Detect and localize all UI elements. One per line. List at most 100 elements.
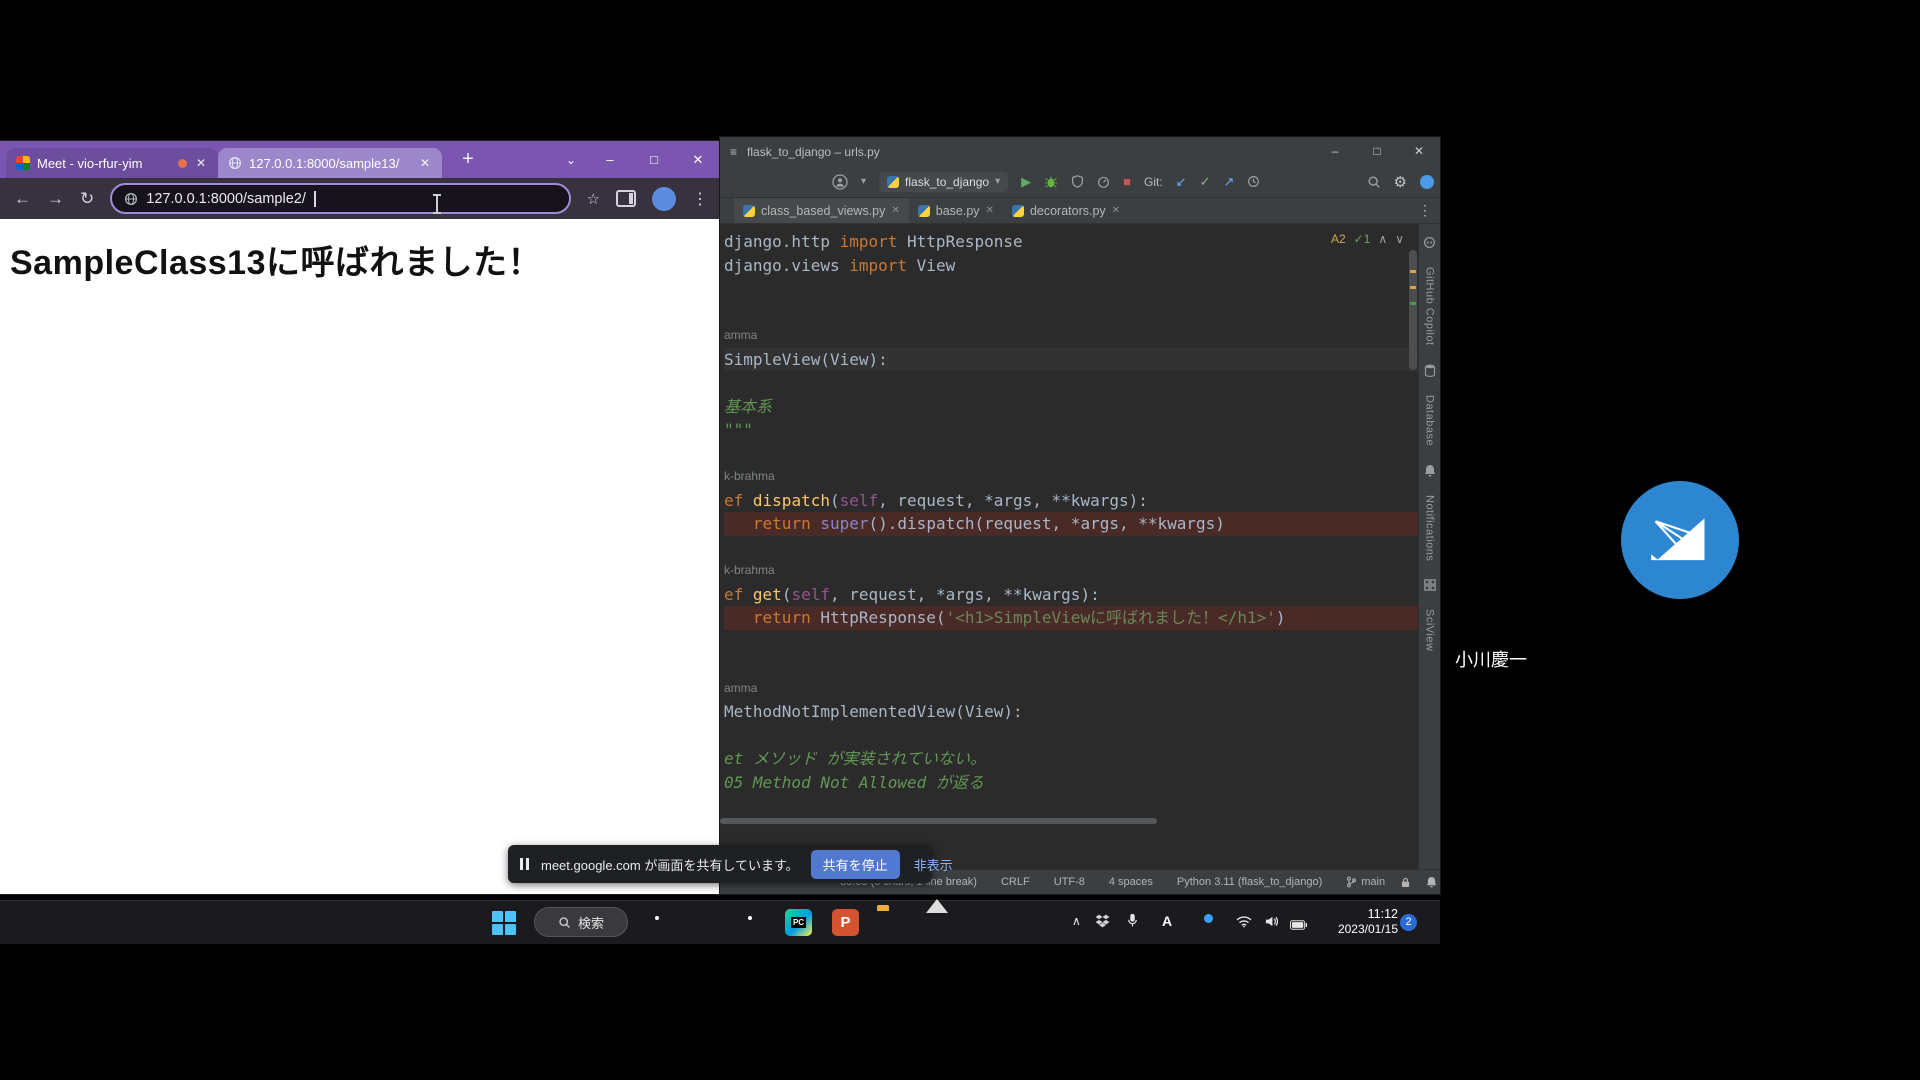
- code-line[interactable]: [724, 371, 1418, 395]
- tab-close-icon[interactable]: ✕: [194, 156, 208, 170]
- battery-icon[interactable]: [1290, 917, 1308, 935]
- code-line[interactable]: MethodNotImplementedView(View):: [724, 700, 1418, 724]
- hide-banner-button[interactable]: 非表示: [914, 855, 953, 874]
- minimize-button[interactable]: –: [588, 152, 632, 167]
- side-panel-icon[interactable]: [616, 190, 636, 207]
- editor-hscrollbar[interactable]: [720, 818, 1157, 824]
- grid-icon[interactable]: [1424, 579, 1436, 591]
- participant-tile[interactable]: 小川慶一: [1446, 380, 1914, 680]
- code-line[interactable]: k-brahma: [724, 559, 1418, 583]
- copilot-icon[interactable]: [1423, 236, 1436, 249]
- debug-icon[interactable]: [1044, 175, 1058, 189]
- bell-icon[interactable]: [1424, 464, 1436, 477]
- stripe-ok-mark[interactable]: [1410, 302, 1416, 305]
- main-menu-icon[interactable]: ≡: [730, 145, 737, 159]
- tool-stripe-database[interactable]: Database: [1424, 395, 1436, 446]
- code-line[interactable]: SimpleView(View):: [724, 348, 1418, 372]
- tab-close-icon[interactable]: ✕: [1112, 205, 1120, 216]
- stripe-warning-mark[interactable]: [1410, 286, 1416, 289]
- bookmark-star-icon[interactable]: ☆: [587, 190, 600, 208]
- taskbar-pycharm-icon[interactable]: PC: [785, 909, 812, 936]
- code-editor[interactable]: django.http import HttpResponsedjango.vi…: [720, 224, 1418, 870]
- lock-icon[interactable]: [1401, 877, 1410, 888]
- code-line[interactable]: 05 Method Not Allowed が返る: [724, 771, 1418, 795]
- code-line[interactable]: amma: [724, 324, 1418, 348]
- database-icon[interactable]: [1424, 364, 1436, 377]
- code-line[interactable]: """: [724, 418, 1418, 442]
- forward-icon[interactable]: →: [47, 190, 64, 207]
- code-line[interactable]: ef get(self, request, *args, **kwargs):: [724, 583, 1418, 607]
- editor-tab-base[interactable]: base.py ✕: [909, 198, 1003, 223]
- code-line[interactable]: [724, 653, 1418, 677]
- code-line[interactable]: [724, 724, 1418, 748]
- code-area[interactable]: django.http import HttpResponsedjango.vi…: [720, 224, 1418, 794]
- git-branch[interactable]: main: [1346, 876, 1385, 888]
- address-bar[interactable]: 127.0.0.1:8000/sample2/: [110, 183, 570, 214]
- code-line[interactable]: et メソッド が実装されていない。: [724, 747, 1418, 771]
- start-button[interactable]: [492, 911, 516, 935]
- code-line[interactable]: [724, 301, 1418, 325]
- editor-tab-class-based-views[interactable]: class_based_views.py ✕: [734, 198, 909, 223]
- tool-stripe-notifications[interactable]: Notifications: [1424, 495, 1436, 561]
- minimize-button[interactable]: –: [1314, 137, 1356, 166]
- code-line[interactable]: k-brahma: [724, 465, 1418, 489]
- python-interpreter[interactable]: Python 3.11 (flask_to_django): [1177, 876, 1322, 888]
- code-line[interactable]: return super().dispatch(request, *args, …: [724, 512, 1418, 536]
- editor-vscrollbar[interactable]: [1409, 250, 1417, 370]
- browser-menu-icon[interactable]: ⋮: [692, 189, 708, 209]
- tab-close-icon[interactable]: ✕: [891, 205, 899, 216]
- git-push-icon[interactable]: ↗: [1223, 174, 1234, 190]
- browser-tab-localhost[interactable]: 127.0.0.1:8000/sample13/ ✕: [218, 148, 442, 178]
- code-line[interactable]: [724, 630, 1418, 654]
- profiler-icon[interactable]: [1097, 175, 1110, 188]
- settings-gear-icon[interactable]: ⚙: [1394, 173, 1407, 191]
- prev-issue-icon[interactable]: ∧: [1378, 232, 1387, 246]
- code-line[interactable]: amma: [724, 677, 1418, 701]
- wifi-icon[interactable]: [1236, 915, 1252, 933]
- mic-icon[interactable]: [1126, 913, 1139, 934]
- close-button[interactable]: ✕: [676, 152, 720, 168]
- code-line[interactable]: [724, 442, 1418, 466]
- new-tab-button[interactable]: +: [456, 148, 480, 171]
- stripe-warning-mark[interactable]: [1410, 270, 1416, 273]
- git-update-icon[interactable]: ↙: [1176, 174, 1187, 190]
- next-issue-icon[interactable]: ∨: [1395, 232, 1404, 246]
- line-separator[interactable]: CRLF: [1001, 876, 1030, 888]
- search-everywhere-icon[interactable]: [1367, 175, 1381, 189]
- tab-options-icon[interactable]: ⋮: [1418, 202, 1432, 219]
- history-icon[interactable]: [1247, 175, 1260, 188]
- stop-button[interactable]: ■: [1123, 174, 1131, 189]
- notifications-bell-icon[interactable]: [1426, 876, 1437, 888]
- git-commit-icon[interactable]: ✓: [1200, 174, 1211, 190]
- status-dot-icon[interactable]: [1204, 914, 1213, 923]
- inspections-widget[interactable]: A2 ✓1 ∧ ∨: [1331, 232, 1404, 246]
- file-encoding[interactable]: UTF-8: [1054, 876, 1085, 888]
- code-line[interactable]: [724, 277, 1418, 301]
- url-text[interactable]: 127.0.0.1:8000/sample2/: [146, 191, 306, 207]
- stop-sharing-button[interactable]: 共有を停止: [811, 850, 900, 879]
- editor-tab-decorators[interactable]: decorators.py ✕: [1003, 198, 1129, 223]
- notification-count-badge[interactable]: 2: [1400, 914, 1417, 931]
- code-line[interactable]: django.views import View: [724, 254, 1418, 278]
- coverage-icon[interactable]: [1071, 175, 1084, 188]
- taskbar-clock[interactable]: 11:12 2023/01/15: [1318, 907, 1398, 937]
- run-button[interactable]: ▶: [1021, 174, 1031, 190]
- tab-close-icon[interactable]: ✕: [418, 156, 432, 170]
- user-avatar-icon[interactable]: [832, 174, 848, 190]
- code-line[interactable]: 基本系: [724, 395, 1418, 419]
- maximize-button[interactable]: □: [632, 152, 676, 167]
- dropbox-icon[interactable]: [1095, 914, 1110, 933]
- back-icon[interactable]: ←: [14, 190, 31, 207]
- tray-expand-icon[interactable]: ∧: [1072, 914, 1081, 928]
- reload-icon[interactable]: ↻: [80, 190, 94, 207]
- code-line[interactable]: [724, 536, 1418, 560]
- run-config-select[interactable]: flask_to_django ▾: [879, 172, 1008, 192]
- plugin-icon[interactable]: [1420, 175, 1434, 189]
- profile-avatar[interactable]: [652, 187, 676, 211]
- code-line[interactable]: return HttpResponse('<h1>SimpleViewに呼ばれま…: [724, 606, 1418, 630]
- volume-icon[interactable]: [1264, 915, 1279, 933]
- indent-style[interactable]: 4 spaces: [1109, 876, 1153, 888]
- tool-stripe-sciview[interactable]: SciView: [1424, 609, 1436, 651]
- chevron-down-icon[interactable]: ▾: [861, 176, 866, 187]
- close-button[interactable]: ✕: [1398, 137, 1440, 166]
